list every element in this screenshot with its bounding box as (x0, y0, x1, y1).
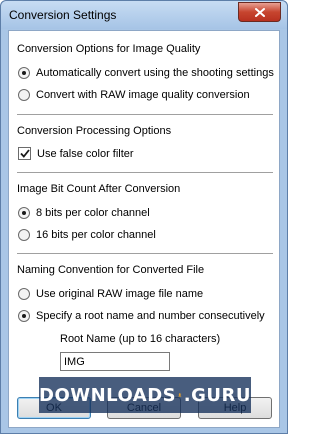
dialog-body: Conversion Options for Image Quality Aut… (8, 30, 280, 428)
radio-button[interactable] (18, 229, 30, 241)
checkmark-icon (19, 149, 30, 158)
root-name-input[interactable] (60, 352, 170, 371)
radio-button-selected[interactable] (18, 310, 30, 322)
title-bar[interactable]: Conversion Settings (1, 1, 287, 29)
radio-8-bits-label: 8 bits per color channel (36, 207, 150, 219)
radio-8-bits[interactable]: 8 bits per color channel (18, 207, 150, 219)
watermark-text-right: .GURU (183, 384, 251, 406)
image-quality-section-title: Conversion Options for Image Quality (17, 43, 201, 55)
radio-raw-quality[interactable]: Convert with RAW image quality conversio… (18, 89, 250, 101)
radio-button[interactable] (18, 288, 30, 300)
processing-section-title: Conversion Processing Options (17, 125, 172, 137)
divider (17, 172, 273, 174)
divider (17, 114, 273, 116)
radio-button[interactable] (18, 89, 30, 101)
window-title: Conversion Settings (9, 8, 117, 22)
close-button[interactable] (238, 2, 281, 22)
close-icon (254, 7, 265, 17)
checkbox-false-color[interactable]: Use false color filter (18, 147, 134, 160)
radio-16-bits-label: 16 bits per color channel (36, 229, 156, 241)
radio-auto-convert[interactable]: Automatically convert using the shooting… (18, 67, 274, 79)
bit-count-section-title: Image Bit Count After Conversion (17, 183, 181, 195)
radio-original-name[interactable]: Use original RAW image file name (18, 288, 203, 300)
watermark-text-left: DOWNLOADS (39, 384, 177, 406)
download-arrow-icon (178, 393, 182, 397)
radio-raw-quality-label: Convert with RAW image quality conversio… (36, 89, 250, 101)
radio-button-selected[interactable] (18, 207, 30, 219)
divider (17, 253, 273, 255)
radio-16-bits[interactable]: 16 bits per color channel (18, 229, 156, 241)
checkbox-false-color-label: Use false color filter (37, 147, 134, 160)
naming-section-title: Naming Convention for Converted File (17, 264, 205, 276)
radio-original-name-label: Use original RAW image file name (36, 288, 204, 300)
downloads-guru-watermark: DOWNLOADS .GURU (39, 377, 251, 413)
root-name-label: Root Name (up to 16 characters) (60, 333, 221, 345)
radio-root-name-label: Specify a root name and number consecuti… (36, 310, 265, 322)
radio-auto-convert-label: Automatically convert using the shooting… (36, 67, 274, 79)
radio-button-selected[interactable] (18, 67, 30, 79)
checkbox-checked[interactable] (18, 147, 31, 160)
radio-root-name[interactable]: Specify a root name and number consecuti… (18, 310, 265, 322)
conversion-settings-window: Conversion Settings Conversion Options f… (0, 0, 288, 434)
